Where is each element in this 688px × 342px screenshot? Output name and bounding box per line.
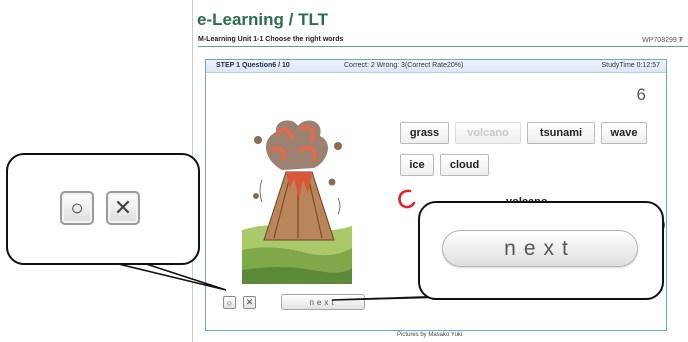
callout-next-button: next xyxy=(418,201,664,300)
callout-next-label: next xyxy=(442,230,638,267)
callout-correct-button: ○ xyxy=(60,191,94,225)
callout-wrong-button: ✕ xyxy=(106,191,140,225)
callout-mark-buttons: ○ ✕ xyxy=(6,153,200,265)
